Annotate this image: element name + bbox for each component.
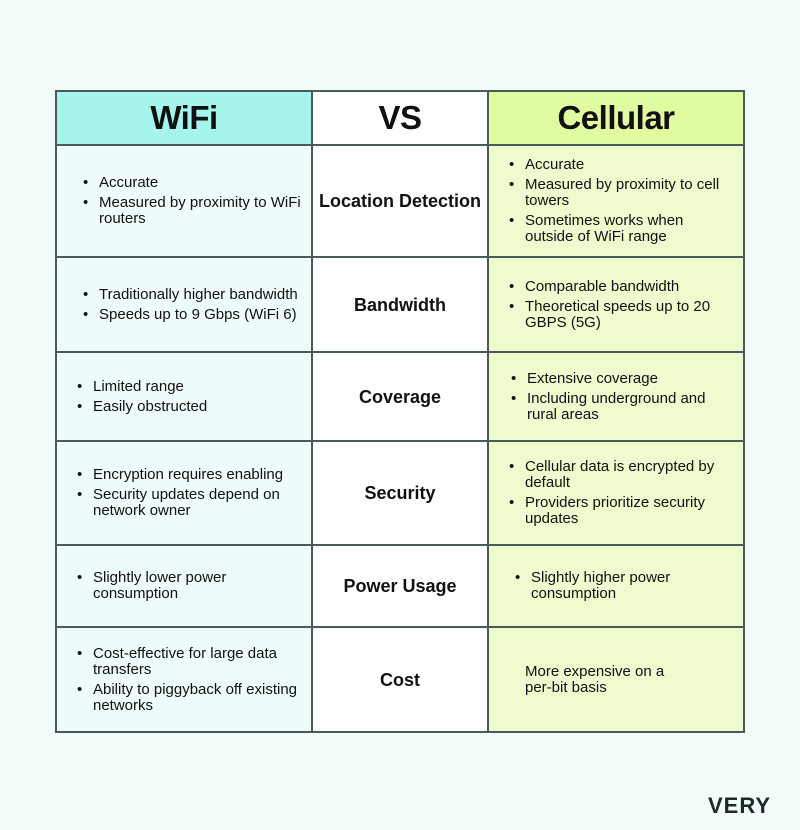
category-label: Cost: [311, 626, 489, 733]
list-item: Cost-effective for large data transfers: [77, 645, 301, 678]
cellular-cell: Accurate Measured by proximity to cell t…: [487, 144, 745, 258]
list-item: Comparable bandwidth: [509, 278, 733, 295]
list-item: Easily obstructed: [77, 398, 301, 415]
list-item: Sometimes works when outside of WiFi ran…: [509, 213, 733, 245]
wifi-cell: Limited range Easily obstructed: [55, 351, 313, 442]
list-item: Encryption requires enabling: [77, 467, 301, 484]
list-item: Measured by proximity to cell towers: [509, 177, 733, 209]
list-item: Cellular data is encrypted by default: [509, 459, 733, 491]
wifi-cell: Accurate Measured by proximity to WiFi r…: [55, 144, 313, 258]
vs-header: VS: [311, 90, 489, 146]
list-item: Theoretical speeds up to 20 GBPS (5G): [509, 298, 733, 331]
very-logo: VERY: [708, 793, 772, 818]
list-item: Speeds up to 9 Gbps (WiFi 6): [83, 306, 301, 323]
table-row: Slightly lower power consumption Power U…: [55, 544, 745, 628]
category-label: Power Usage: [311, 544, 489, 628]
table-row: Encryption requires enabling Security up…: [55, 440, 745, 546]
table-row: Traditionally higher bandwidth Speeds up…: [55, 256, 745, 353]
list-item: Providers prioritize security updates: [509, 495, 733, 527]
wifi-cell: Slightly lower power consumption: [55, 544, 313, 628]
list-item: Accurate: [509, 157, 733, 174]
category-label: Coverage: [311, 351, 489, 442]
list-item: Ability to piggyback off existing networ…: [77, 681, 301, 714]
cellular-cell: Cellular data is encrypted by default Pr…: [487, 440, 745, 546]
wifi-cell: Cost-effective for large data transfers …: [55, 626, 313, 733]
cellular-cost-text: More expensive on a per-bit basis: [525, 662, 665, 696]
list-item: Limited range: [77, 378, 301, 395]
cellular-cell: Comparable bandwidth Theoretical speeds …: [487, 256, 745, 353]
wifi-cell: Traditionally higher bandwidth Speeds up…: [55, 256, 313, 353]
comparison-table: WiFi VS Cellular Accurate Measured by pr…: [55, 90, 745, 733]
cellular-cell: Slightly higher power consumption: [487, 544, 745, 628]
list-item: Accurate: [83, 175, 301, 192]
list-item: Extensive coverage: [511, 370, 733, 387]
wifi-header: WiFi: [55, 90, 313, 146]
wifi-cell: Encryption requires enabling Security up…: [55, 440, 313, 546]
category-label: Security: [311, 440, 489, 546]
list-item: Slightly higher power consumption: [515, 570, 733, 602]
list-item: Traditionally higher bandwidth: [83, 286, 301, 303]
list-item: Slightly lower power consumption: [77, 570, 301, 602]
cellular-cell: Extensive coverage Including underground…: [487, 351, 745, 442]
cellular-header: Cellular: [487, 90, 745, 146]
table-row: Cost-effective for large data transfers …: [55, 626, 745, 733]
list-item: Measured by proximity to WiFi routers: [83, 195, 301, 227]
category-label: Bandwidth: [311, 256, 489, 353]
table-row: Accurate Measured by proximity to WiFi r…: [55, 144, 745, 258]
cellular-cell: More expensive on a per-bit basis: [487, 626, 745, 733]
table-row: Limited range Easily obstructed Coverage…: [55, 351, 745, 442]
list-item: Including underground and rural areas: [511, 390, 733, 423]
list-item: Security updates depend on network owner: [77, 487, 301, 519]
header-row: WiFi VS Cellular: [55, 90, 745, 146]
category-label: Location Detection: [311, 144, 489, 258]
